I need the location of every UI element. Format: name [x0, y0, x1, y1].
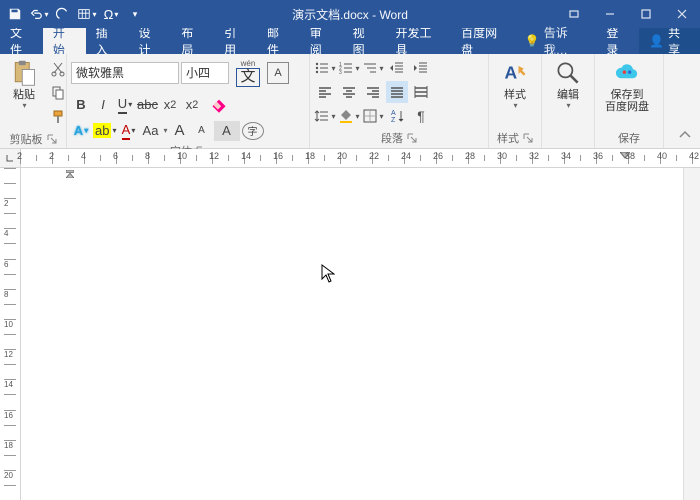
minimize-icon[interactable]: [592, 0, 628, 28]
maximize-icon[interactable]: [628, 0, 664, 28]
enclose-char-button[interactable]: 字: [242, 122, 264, 140]
font-name-input[interactable]: [71, 62, 179, 84]
tab-mailings[interactable]: 邮件: [257, 28, 300, 54]
ribbon-tabs: 文件 开始 插入 设计 布局 引用 邮件 审阅 视图 开发工具 百度网盘 💡告诉…: [0, 28, 700, 54]
decrease-indent-icon[interactable]: [386, 57, 408, 79]
vertical-scrollbar[interactable]: [683, 168, 700, 500]
group-clipboard: 粘贴▾ 剪贴板: [0, 54, 67, 148]
login-button[interactable]: 登录: [596, 28, 639, 54]
tab-view[interactable]: 视图: [343, 28, 386, 54]
format-painter-icon[interactable]: [47, 106, 69, 128]
tab-insert[interactable]: 插入: [86, 28, 129, 54]
tab-layout[interactable]: 布局: [171, 28, 214, 54]
quick-access-toolbar: ▾ ▾ Ω▾ ▾: [0, 3, 146, 25]
horizontal-ruler[interactable]: 2246810121416182022242628303234363840424…: [0, 149, 700, 168]
borders-icon[interactable]: ▾: [362, 105, 384, 127]
qat-customize-icon[interactable]: ▾: [124, 3, 146, 25]
multilevel-list-icon[interactable]: ▾: [362, 57, 384, 79]
align-center-icon[interactable]: [338, 81, 360, 103]
group-label-styles: 样式: [497, 130, 519, 146]
text-effects-button[interactable]: A▾: [71, 121, 91, 141]
phonetic-guide-button[interactable]: wén 文: [231, 57, 265, 89]
tell-me[interactable]: 💡告诉我…: [517, 28, 597, 54]
font-color-button[interactable]: A▾: [118, 121, 138, 141]
group-label-save: 保存: [618, 130, 640, 146]
cursor-icon: [321, 264, 335, 284]
cut-icon[interactable]: [47, 58, 69, 80]
tab-home[interactable]: 开始: [43, 28, 86, 54]
dialog-launcher-icon[interactable]: [407, 133, 417, 143]
group-label-paragraph: 段落: [381, 130, 403, 146]
copy-icon[interactable]: [47, 82, 69, 104]
change-case-button[interactable]: Aa: [140, 121, 160, 141]
paste-button[interactable]: 粘贴▾: [4, 57, 44, 112]
char-border-icon[interactable]: A: [267, 62, 289, 84]
tab-references[interactable]: 引用: [214, 28, 257, 54]
char-shading-button[interactable]: A: [214, 121, 240, 141]
svg-text:A: A: [391, 110, 396, 117]
bullets-icon[interactable]: ▾: [314, 57, 336, 79]
align-left-icon[interactable]: [314, 81, 336, 103]
editing-button[interactable]: 编辑▾: [546, 57, 590, 112]
close-icon[interactable]: [664, 0, 700, 28]
redo-icon[interactable]: [52, 3, 74, 25]
tab-review[interactable]: 审阅: [300, 28, 343, 54]
superscript-button[interactable]: x2: [182, 95, 202, 115]
show-marks-icon[interactable]: ¶: [410, 105, 432, 127]
lightbulb-icon: 💡: [525, 34, 540, 48]
page-canvas[interactable]: [21, 168, 683, 500]
bold-button[interactable]: B: [71, 95, 91, 115]
group-font: wén 文 A B I U▾ abc x2 x2 A▾ ab▾ A▾ Aa▾ A: [67, 54, 310, 148]
svg-text:3: 3: [339, 70, 342, 76]
share-icon: 👤: [649, 34, 664, 48]
tab-baidu[interactable]: 百度网盘: [451, 28, 517, 54]
align-right-icon[interactable]: [362, 81, 384, 103]
underline-button[interactable]: U▾: [115, 95, 135, 115]
title-bar: ▾ ▾ Ω▾ ▾ 演示文档.docx - Word: [0, 0, 700, 28]
svg-text:Z: Z: [391, 117, 396, 124]
dialog-launcher-icon[interactable]: [523, 133, 533, 143]
tab-design[interactable]: 设计: [128, 28, 171, 54]
strikethrough-button[interactable]: abc: [137, 95, 158, 115]
numbering-icon[interactable]: 123▾: [338, 57, 360, 79]
save-icon[interactable]: [4, 3, 26, 25]
shrink-font-button[interactable]: A: [192, 121, 212, 141]
collapse-ribbon-icon[interactable]: [674, 124, 696, 146]
tab-developer[interactable]: 开发工具: [385, 28, 451, 54]
group-baidu: 保存到百度网盘 保存: [595, 54, 664, 148]
document-area: 2468101214161820: [0, 168, 700, 500]
omega-icon[interactable]: Ω▾: [100, 3, 122, 25]
group-paragraph: ▾ 123▾ ▾ ▾ ▾ ▾ AZ ¶ 段落: [310, 54, 489, 148]
subscript-button[interactable]: x2: [160, 95, 180, 115]
vertical-ruler[interactable]: 2468101214161820: [0, 168, 21, 500]
group-label-clipboard: 剪贴板: [10, 131, 43, 147]
increase-indent-icon[interactable]: [410, 57, 432, 79]
shading-icon[interactable]: ▾: [338, 105, 360, 127]
dialog-launcher-icon[interactable]: [47, 134, 57, 144]
grow-font-button[interactable]: A: [170, 121, 190, 141]
undo-icon[interactable]: ▾: [28, 3, 50, 25]
group-editing: 编辑▾: [542, 54, 595, 148]
save-to-baidu-button[interactable]: 保存到百度网盘: [599, 57, 655, 115]
indent-marker[interactable]: [66, 170, 74, 178]
share-button[interactable]: 👤共享: [639, 28, 700, 54]
highlight-button[interactable]: ab▾: [93, 121, 116, 141]
tab-file[interactable]: 文件: [0, 28, 43, 54]
clear-formatting-button[interactable]: [204, 91, 234, 119]
justify-icon[interactable]: [386, 81, 408, 103]
italic-button[interactable]: I: [93, 95, 113, 115]
document-title: 演示文档.docx - Word: [292, 6, 408, 23]
svg-text:A: A: [505, 62, 518, 82]
distributed-icon[interactable]: [410, 81, 432, 103]
ribbon: 粘贴▾ 剪贴板 wén 文 A B I: [0, 54, 700, 149]
table-icon[interactable]: ▾: [76, 3, 98, 25]
sort-icon[interactable]: AZ: [386, 105, 408, 127]
group-styles: A 样式▾ 样式: [489, 54, 542, 148]
font-size-input[interactable]: [181, 62, 229, 84]
styles-button[interactable]: A 样式▾: [493, 57, 537, 112]
line-spacing-icon[interactable]: ▾: [314, 105, 336, 127]
